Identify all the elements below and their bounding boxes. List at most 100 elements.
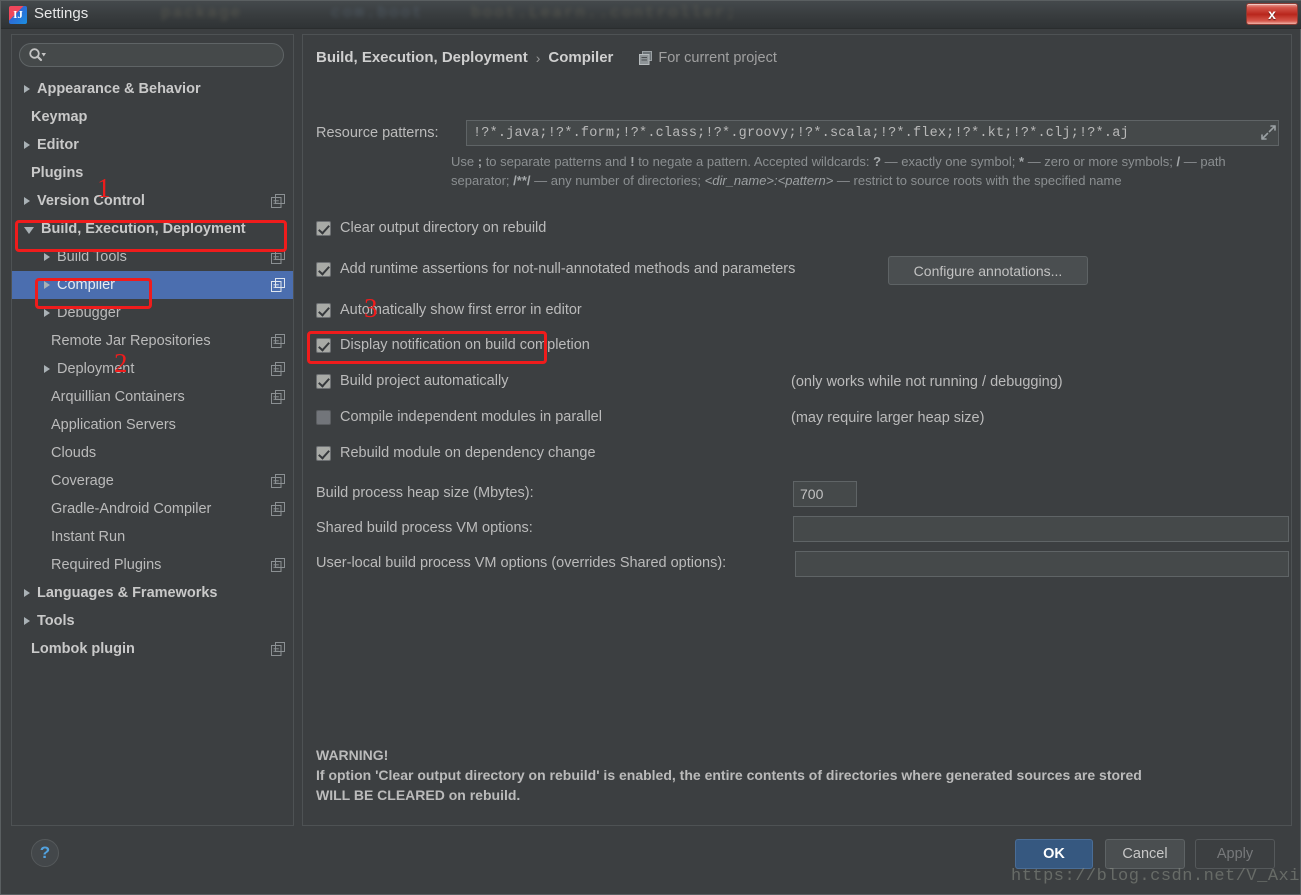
sidebar-item-label: Deployment — [57, 361, 135, 377]
copy-settings-icon[interactable] — [271, 390, 285, 404]
chevron-right-icon[interactable] — [24, 589, 30, 597]
help-t1: Use — [451, 154, 478, 169]
resource-patterns-input[interactable] — [466, 120, 1279, 146]
checkbox-label: Rebuild module on dependency change — [340, 445, 596, 461]
sidebar-item-debugger[interactable]: Debugger — [12, 299, 293, 327]
sidebar-item-instant-run[interactable]: Instant Run — [12, 523, 293, 551]
help-t12: /**/ — [513, 173, 531, 188]
copy-settings-icon[interactable] — [271, 502, 285, 516]
input-shared-build-process-vm-options[interactable] — [793, 516, 1289, 542]
settings-sidebar: Appearance & Behavior Keymap Editor Plugins… — [11, 34, 294, 826]
sidebar-item-lombok-plugin[interactable]: Lombok plugin — [12, 635, 293, 663]
chevron-right-icon[interactable] — [24, 197, 30, 205]
chevron-right-icon[interactable] — [44, 281, 50, 289]
close-icon: x — [1268, 6, 1276, 22]
label-user-local-build-process-vm-options-overrides-shared-options: User-local build process VM options (ove… — [316, 555, 727, 571]
background-ghost-text-3: boot.Learn..controller; — [471, 4, 738, 22]
search-input[interactable] — [19, 43, 284, 67]
sidebar-item-required-plugins[interactable]: Required Plugins — [12, 551, 293, 579]
sidebar-item-plugins[interactable]: Plugins — [12, 159, 293, 187]
breadcrumb-parent[interactable]: Build, Execution, Deployment — [316, 49, 528, 66]
copy-settings-icon[interactable] — [271, 474, 285, 488]
settings-tree: Appearance & Behavior Keymap Editor Plugins… — [12, 75, 293, 663]
checkbox-label: Compile independent modules in parallel — [340, 409, 602, 425]
chevron-right-icon[interactable] — [44, 309, 50, 317]
title-bar: package com.boot boot.Learn..controller;… — [1, 1, 1301, 29]
sidebar-item-label: Application Servers — [51, 417, 176, 433]
checkbox-label: Display notification on build completion — [340, 337, 590, 353]
sidebar-item-label: Tools — [37, 613, 75, 629]
chevron-right-icon[interactable] — [24, 141, 30, 149]
sidebar-item-build-tools[interactable]: Build Tools — [12, 243, 293, 271]
checkbox-row-add-runtime-assertions-for-not-null-annotated-methods-and-parameters[interactable]: Add runtime assertions for not-null-anno… — [316, 261, 795, 277]
sidebar-item-version-control[interactable]: Version Control — [12, 187, 293, 215]
panel-splitter[interactable] — [294, 34, 302, 826]
sidebar-item-editor[interactable]: Editor — [12, 131, 293, 159]
checkbox-row-automatically-show-first-error-in-editor[interactable]: Automatically show first error in editor — [316, 302, 582, 318]
sidebar-item-remote-jar-repositories[interactable]: Remote Jar Repositories — [12, 327, 293, 355]
chevron-right-icon[interactable] — [44, 365, 50, 373]
input-build-process-heap-size-mbytes[interactable] — [793, 481, 857, 507]
sidebar-item-application-servers[interactable]: Application Servers — [12, 411, 293, 439]
for-current-project-label: For current project — [658, 49, 777, 66]
sidebar-item-tools[interactable]: Tools — [12, 607, 293, 635]
checkbox-display-notification-on-build-completion[interactable] — [316, 337, 331, 353]
checkbox-row-clear-output-directory-on-rebuild[interactable]: Clear output directory on rebuild — [316, 220, 546, 236]
checkbox-clear-output-directory-on-rebuild[interactable] — [316, 220, 331, 236]
checkbox-row-display-notification-on-build-completion[interactable]: Display notification on build completion — [316, 337, 590, 353]
for-current-project-indicator: For current project — [639, 49, 777, 66]
checkbox-row-build-project-automatically[interactable]: Build project automatically — [316, 373, 508, 389]
sidebar-item-clouds[interactable]: Clouds — [12, 439, 293, 467]
sidebar-item-compiler[interactable]: Compiler — [12, 271, 293, 299]
help-t15: — restrict to source roots with the spec… — [833, 173, 1122, 188]
checkbox-row-rebuild-module-on-dependency-change[interactable]: Rebuild module on dependency change — [316, 445, 596, 461]
sidebar-item-deployment[interactable]: Deployment — [12, 355, 293, 383]
sidebar-item-label: Arquillian Containers — [51, 389, 185, 405]
copy-settings-icon[interactable] — [271, 642, 285, 656]
close-window-button[interactable]: x — [1246, 3, 1298, 25]
help-t7: — exactly one symbol; — [881, 154, 1020, 169]
checkbox-rebuild-module-on-dependency-change[interactable] — [316, 445, 331, 461]
copy-settings-icon[interactable] — [271, 558, 285, 572]
warning-line-1: If option 'Clear output directory on reb… — [316, 767, 1142, 783]
checkbox-row-compile-independent-modules-in-parallel[interactable]: Compile independent modules in parallel — [316, 409, 602, 425]
sidebar-item-label: Keymap — [31, 109, 88, 125]
warning-title: WARNING! — [316, 747, 389, 763]
sidebar-item-label: Editor — [37, 137, 79, 153]
copy-settings-icon[interactable] — [271, 250, 285, 264]
sidebar-item-build-execution-deployment[interactable]: Build, Execution, Deployment — [12, 215, 293, 243]
expand-icon[interactable] — [1260, 124, 1277, 141]
checkbox-add-runtime-assertions-for-not-null-annotated-methods-and-parameters[interactable] — [316, 261, 331, 277]
chevron-right-icon[interactable] — [24, 617, 30, 625]
cancel-button[interactable]: Cancel — [1105, 839, 1185, 869]
background-ghost-text-1: package — [161, 4, 243, 22]
copy-settings-icon[interactable] — [271, 278, 285, 292]
sidebar-item-label: Build Tools — [57, 249, 127, 265]
ok-button[interactable]: OK — [1015, 839, 1093, 869]
help-button[interactable]: ? — [31, 839, 59, 867]
copy-settings-icon[interactable] — [271, 362, 285, 376]
copy-settings-icon[interactable] — [271, 194, 285, 208]
sidebar-item-gradle-android-compiler[interactable]: Gradle-Android Compiler — [12, 495, 293, 523]
window-title: Settings — [34, 5, 89, 22]
label-build-process-heap-size-mbytes: Build process heap size (Mbytes): — [316, 485, 534, 501]
checkbox-label: Add runtime assertions for not-null-anno… — [340, 261, 796, 277]
chevron-down-icon[interactable] — [24, 227, 34, 234]
sidebar-item-coverage[interactable]: Coverage — [12, 467, 293, 495]
chevron-right-icon[interactable] — [24, 85, 30, 93]
sidebar-item-keymap[interactable]: Keymap — [12, 103, 293, 131]
sidebar-item-languages-frameworks[interactable]: Languages & Frameworks — [12, 579, 293, 607]
sidebar-item-label: Coverage — [51, 473, 114, 489]
help-t13: — any number of directories; — [530, 173, 705, 188]
breadcrumb: Build, Execution, Deployment › Compiler … — [316, 49, 777, 66]
checkbox-compile-independent-modules-in-parallel[interactable] — [316, 409, 331, 425]
checkbox-build-project-automatically[interactable] — [316, 373, 331, 389]
sidebar-item-appearance-behavior[interactable]: Appearance & Behavior — [12, 75, 293, 103]
copy-settings-icon[interactable] — [271, 334, 285, 348]
checkbox-automatically-show-first-error-in-editor[interactable] — [316, 302, 331, 318]
chevron-right-icon[interactable] — [44, 253, 50, 261]
configure-annotations-button[interactable]: Configure annotations... — [888, 256, 1088, 285]
sidebar-item-label: Build, Execution, Deployment — [41, 221, 246, 237]
input-user-local-build-process-vm-options-overrides-shared-options[interactable] — [795, 551, 1289, 577]
sidebar-item-arquillian-containers[interactable]: Arquillian Containers — [12, 383, 293, 411]
